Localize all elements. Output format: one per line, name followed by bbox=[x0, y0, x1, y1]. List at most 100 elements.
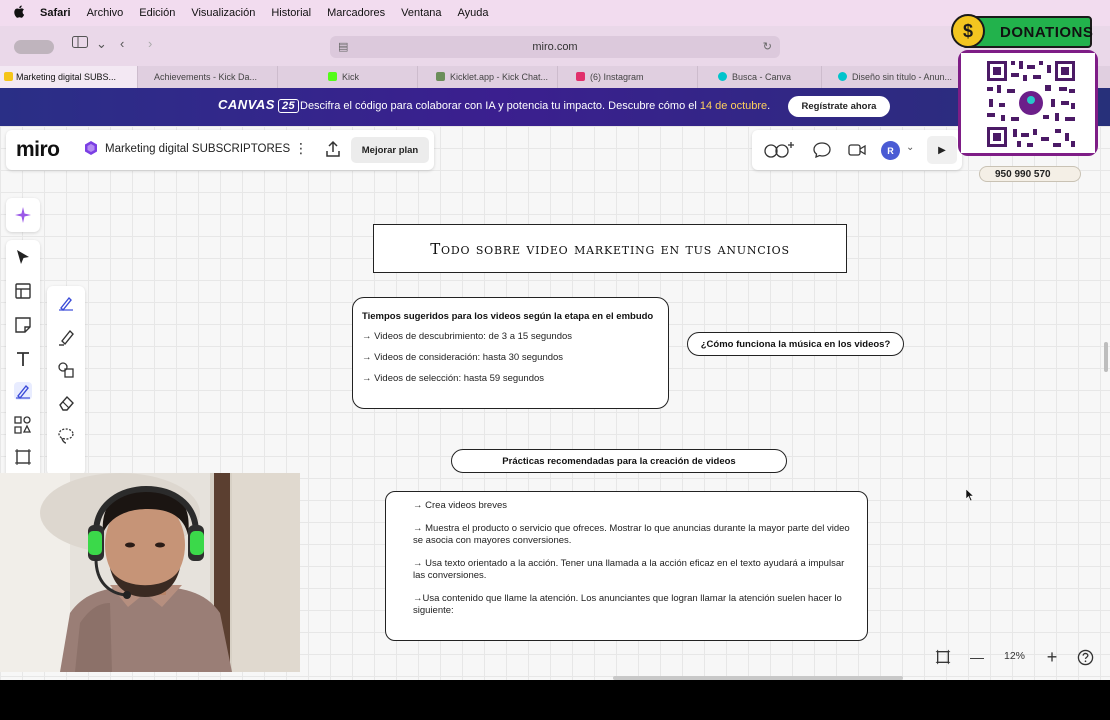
menu-bar: Safari Archivo Edición Visualización His… bbox=[0, 0, 1110, 26]
chat-icon[interactable] bbox=[813, 142, 831, 159]
board-icon bbox=[85, 141, 97, 155]
kicklet-favicon-icon bbox=[436, 72, 445, 81]
practices-title-pill[interactable]: Prácticas recomendadas para la creación … bbox=[451, 449, 787, 473]
menu-visualizacion[interactable]: Visualización bbox=[191, 7, 255, 19]
present-button[interactable]: ▶ bbox=[927, 136, 957, 164]
list-item: → Muestra el producto o servicio que ofr… bbox=[413, 523, 850, 546]
zoom-in-icon[interactable]: + bbox=[1043, 647, 1061, 667]
sidebar-toggle-icon[interactable] bbox=[72, 36, 88, 51]
practices-card[interactable]: → Crea videos breves → Muestra el produc… bbox=[385, 491, 868, 641]
window-controls[interactable] bbox=[14, 40, 54, 54]
reader-icon[interactable]: ▤ bbox=[338, 40, 348, 53]
miro-favicon-icon bbox=[4, 72, 13, 81]
canva-favicon-icon bbox=[838, 72, 847, 81]
menu-ayuda[interactable]: Ayuda bbox=[458, 7, 489, 19]
menu-historial[interactable]: Historial bbox=[271, 7, 311, 19]
reload-icon[interactable]: ↻ bbox=[763, 40, 772, 53]
address-bar[interactable]: ▤ miro.com ↻ bbox=[330, 36, 780, 58]
smart-draw-icon[interactable] bbox=[57, 361, 75, 379]
ai-sparkle-icon[interactable] bbox=[14, 206, 32, 224]
url-text: miro.com bbox=[532, 41, 578, 53]
tools-toolbar bbox=[6, 240, 40, 480]
list-item: → Crea videos breves bbox=[413, 500, 507, 511]
upgrade-plan-button[interactable]: Mejorar plan bbox=[351, 137, 429, 163]
list-item: →Usa contenido que llame la atención. Lo… bbox=[413, 593, 842, 616]
canva-logo: CANVAS 25 bbox=[218, 97, 300, 113]
ai-toolbar bbox=[6, 198, 40, 232]
user-avatar[interactable]: R bbox=[881, 141, 900, 160]
donations-label: DONATIONS bbox=[1000, 24, 1094, 41]
video-call-icon[interactable] bbox=[848, 142, 866, 158]
dollar-coin-icon: $ bbox=[951, 14, 985, 48]
tab-label: Achievements - Kick Da... bbox=[154, 72, 258, 82]
tab-kicklet[interactable]: Kicklet.app - Kick Chat... bbox=[418, 66, 558, 88]
streamer-webcam-image bbox=[0, 473, 300, 672]
chevron-down-icon[interactable]: ⌄ bbox=[906, 142, 914, 153]
menu-marcadores[interactable]: Marcadores bbox=[327, 7, 385, 19]
text-tool-icon[interactable] bbox=[14, 350, 32, 368]
mouse-cursor-icon bbox=[966, 489, 974, 501]
register-button[interactable]: Regístrate ahora bbox=[788, 96, 890, 117]
menu-ventana[interactable]: Ventana bbox=[401, 7, 441, 19]
music-question-pill[interactable]: ¿Cómo funciona la música en los videos? bbox=[687, 332, 904, 356]
tab-label: Diseño sin título - Anun... bbox=[852, 72, 953, 82]
qr-code-image bbox=[961, 53, 1095, 153]
donations-overlay: DONATIONS $ 950 990 570 bbox=[951, 14, 1101, 184]
share-upload-icon[interactable] bbox=[324, 140, 342, 158]
menu-archivo[interactable]: Archivo bbox=[87, 7, 124, 19]
pen-options-toolbar bbox=[47, 286, 85, 476]
video-times-card[interactable]: Tiempos sugeridos para los videos según … bbox=[352, 297, 669, 409]
highlighter-icon[interactable] bbox=[57, 328, 75, 346]
frame-icon[interactable] bbox=[14, 448, 32, 466]
board-name[interactable]: Marketing digital SUBSCRIPTORES bbox=[105, 143, 290, 155]
menu-edicion[interactable]: Edición bbox=[139, 7, 175, 19]
tab-label: Kick bbox=[342, 72, 360, 82]
lasso-icon[interactable] bbox=[57, 427, 75, 445]
board-header: miro Marketing digital SUBSCRIPTORES ⋮ M… bbox=[6, 130, 434, 170]
banner-date: 14 de octubre bbox=[699, 100, 768, 112]
templates-icon[interactable] bbox=[14, 282, 32, 300]
help-icon[interactable] bbox=[1076, 648, 1094, 666]
shapes-icon[interactable] bbox=[14, 416, 32, 434]
zoom-level[interactable]: 12% bbox=[1004, 650, 1025, 662]
pen-icon[interactable] bbox=[57, 294, 75, 312]
banner-message-text: Descifra el código para colaborar con IA… bbox=[300, 100, 700, 112]
miro-logo[interactable]: miro bbox=[16, 138, 60, 162]
browser-toolbar: ⌄ ‹ › ▤ miro.com ↻ bbox=[0, 26, 1110, 66]
tab-instagram[interactable]: (6) Instagram bbox=[558, 66, 698, 88]
apple-icon[interactable] bbox=[14, 5, 28, 21]
banner-message: Descifra el código para colaborar con IA… bbox=[300, 100, 770, 112]
forward-icon[interactable]: › bbox=[148, 36, 152, 51]
list-item: → Videos de descubrimiento: de 3 a 15 se… bbox=[362, 331, 573, 342]
eraser-icon[interactable] bbox=[57, 394, 75, 412]
tab-kick[interactable]: Kick bbox=[278, 66, 418, 88]
horizontal-scrollbar[interactable] bbox=[613, 676, 903, 680]
donation-phone: 950 990 570 bbox=[979, 166, 1081, 182]
collab-toolbar: R ⌄ ▶ bbox=[752, 130, 962, 170]
tab-bar: Marketing digital SUBS... Achievements -… bbox=[0, 66, 1110, 88]
zoom-out-icon[interactable]: — bbox=[968, 648, 986, 666]
tab-achievements[interactable]: Achievements - Kick Da... bbox=[138, 66, 278, 88]
instagram-favicon-icon bbox=[576, 72, 585, 81]
menu-app-name[interactable]: Safari bbox=[40, 7, 71, 19]
list-item: → Videos de consideración: hasta 30 segu… bbox=[362, 352, 564, 363]
select-cursor-icon[interactable] bbox=[14, 248, 32, 266]
tab-label: Marketing digital SUBS... bbox=[16, 72, 117, 82]
tab-label: Kicklet.app - Kick Chat... bbox=[450, 72, 549, 82]
tab-canva-search[interactable]: Busca - Canva bbox=[698, 66, 822, 88]
board-title-frame[interactable]: Todo sobre video marketing en tus anunci… bbox=[373, 224, 847, 273]
sticky-note-icon[interactable] bbox=[14, 316, 32, 334]
pen-tool-icon[interactable] bbox=[14, 382, 32, 400]
more-options-icon[interactable]: ⋮ bbox=[294, 140, 308, 157]
banner-message-end: . bbox=[767, 100, 771, 112]
kick-favicon-icon bbox=[328, 72, 337, 81]
reactions-icon[interactable] bbox=[764, 142, 796, 158]
webcam-overlay bbox=[0, 473, 300, 672]
tab-miro[interactable]: Marketing digital SUBS... bbox=[0, 66, 138, 88]
back-icon[interactable]: ‹ bbox=[120, 36, 124, 51]
fit-screen-icon[interactable] bbox=[934, 648, 952, 666]
promo-banner: CANVAS 25 Descifra el código para colabor… bbox=[0, 88, 1110, 126]
chevron-down-icon[interactable]: ⌄ bbox=[96, 36, 107, 52]
vertical-scrollbar[interactable] bbox=[1104, 342, 1108, 372]
tab-canva-design[interactable]: Diseño sin título - Anun... bbox=[822, 66, 972, 88]
